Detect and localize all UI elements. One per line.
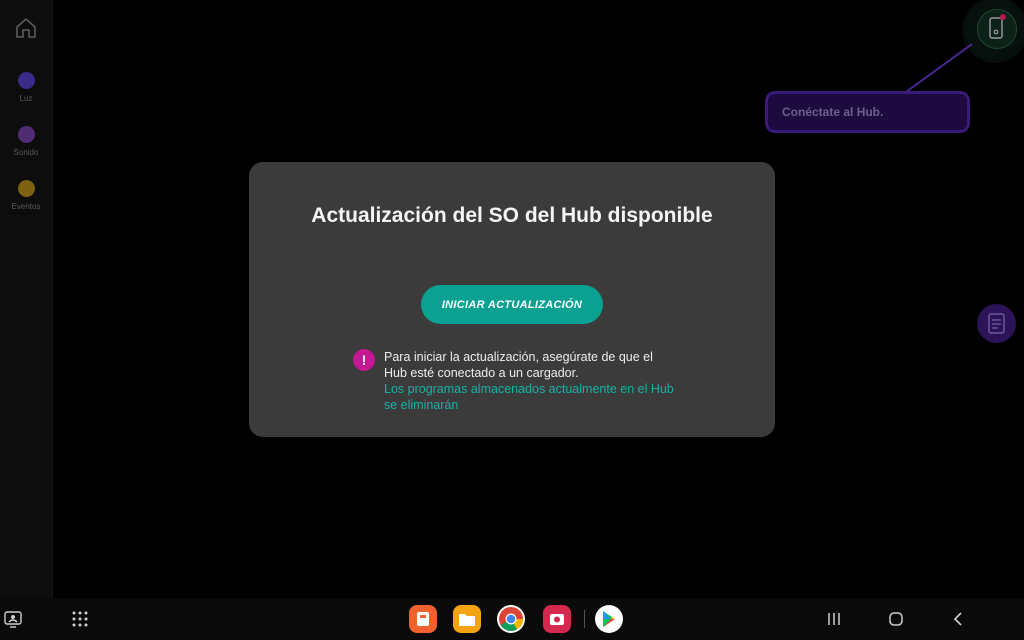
home-nav-icon[interactable] [889, 612, 903, 626]
back-nav-icon[interactable] [953, 612, 963, 626]
hub-os-update-dialog: Actualización del SO del Hub disponible … [249, 162, 775, 437]
update-notice: Para iniciar la actualización, asegúrate… [384, 349, 674, 413]
luz-category-icon [17, 72, 35, 89]
hub-device-icon [989, 17, 1003, 39]
connect-hub-tooltip: Conéctate al Hub. [765, 91, 970, 133]
sketchbook-app-icon[interactable] [409, 605, 437, 633]
files-app-icon[interactable] [453, 605, 481, 633]
recent-apps-icon[interactable] [827, 612, 841, 626]
taskbar-divider [584, 610, 585, 628]
sonido-category-icon [17, 126, 35, 143]
chrome-app-icon[interactable] [497, 605, 525, 633]
app-drawer-icon[interactable] [72, 611, 88, 627]
play-store-app-icon[interactable] [595, 605, 623, 633]
charger-notice-text: Para iniciar la actualización, asegúrate… [384, 350, 653, 380]
hub-status-dot [1000, 14, 1006, 20]
program-notes-button[interactable] [977, 304, 1016, 343]
play-logo-icon [603, 611, 615, 627]
sidebar-item-label: Sonido [13, 148, 39, 157]
home-icon[interactable] [15, 17, 37, 39]
screen-share-icon[interactable] [4, 610, 22, 628]
start-update-button[interactable]: INICIAR ACTUALIZACIÓN [421, 285, 603, 324]
sidebar-item-sonido[interactable]: Sonido [0, 126, 52, 157]
eventos-category-icon [17, 180, 35, 197]
screen-recorder-app-icon[interactable] [543, 605, 571, 633]
folder-icon [459, 614, 475, 626]
app-sidebar: Luz Sonido Eventos [0, 0, 53, 598]
dialog-title: Actualización del SO del Hub disponible [311, 204, 713, 227]
camera-icon [550, 614, 564, 625]
hub-connect-button[interactable] [977, 9, 1017, 49]
tooltip-connector-line [905, 43, 973, 93]
android-taskbar [0, 598, 1024, 640]
sidebar-item-luz[interactable]: Luz [0, 72, 52, 103]
chrome-logo-icon [499, 607, 523, 632]
sidebar-item-eventos[interactable]: Eventos [0, 180, 52, 211]
warning-icon: ! [353, 349, 375, 371]
document-icon [988, 313, 1005, 334]
sidebar-item-label: Luz [19, 94, 33, 103]
programs-deleted-warning: Los programas almacenados actualmente en… [384, 382, 674, 412]
sketch-glyph-icon [417, 612, 429, 626]
sidebar-item-label: Eventos [11, 202, 41, 211]
